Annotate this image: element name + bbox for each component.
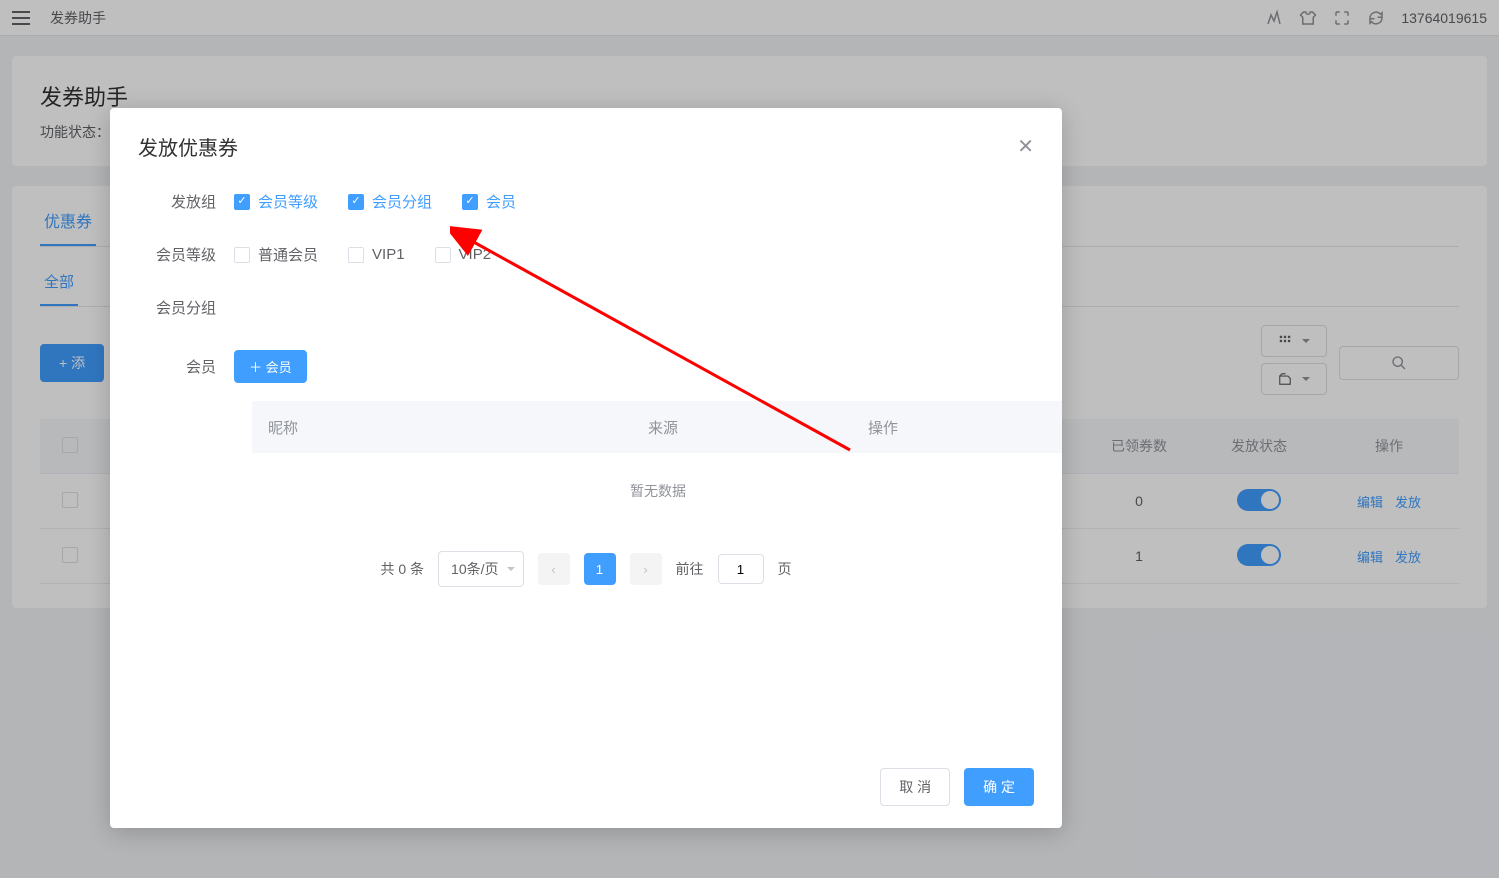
label-member-group: 会员分组 [138, 297, 234, 318]
label-level: 会员等级 [138, 244, 234, 265]
label-member: 会员 [138, 356, 234, 377]
add-member-button[interactable]: ＋ 会员 [234, 350, 307, 383]
prev-page-button[interactable]: ‹ [538, 553, 570, 585]
pagination: 共 0 条 10条/页 ‹ 1 › 前往 页 [138, 551, 1034, 587]
page-size-select[interactable]: 10条/页 [438, 551, 523, 587]
close-icon[interactable]: ✕ [1017, 134, 1034, 159]
cancel-button[interactable]: 取 消 [880, 768, 950, 806]
page-1-button[interactable]: 1 [584, 553, 616, 585]
checkbox-member-group[interactable]: ✓ 会员分组 [348, 191, 432, 212]
checkbox-vip2[interactable]: ✓ VIP2 [435, 246, 492, 263]
total-count: 共 0 条 [380, 559, 424, 579]
issue-coupon-modal: 发放优惠券 ✕ 发放组 ✓ 会员等级 ✓ 会员分组 ✓ 会员 会员 [110, 108, 1062, 828]
goto-page-input[interactable] [718, 554, 764, 584]
checkbox-vip1[interactable]: ✓ VIP1 [348, 246, 405, 263]
label-group: 发放组 [138, 191, 234, 212]
col-nickname: 昵称 [252, 417, 632, 438]
checkbox-member-level[interactable]: ✓ 会员等级 [234, 191, 318, 212]
empty-text: 暂无数据 [252, 453, 1062, 529]
col-operation: 操作 [852, 417, 1062, 438]
goto-suffix: 页 [778, 559, 792, 579]
goto-prefix: 前往 [676, 559, 704, 579]
checkbox-member[interactable]: ✓ 会员 [462, 191, 516, 212]
next-page-button[interactable]: › [630, 553, 662, 585]
confirm-button[interactable]: 确 定 [964, 768, 1034, 806]
member-table: 昵称 来源 操作 暂无数据 [252, 401, 1062, 529]
col-source: 来源 [632, 417, 852, 438]
modal-title: 发放优惠券 [138, 132, 238, 161]
checkbox-normal-member[interactable]: ✓ 普通会员 [234, 244, 318, 265]
